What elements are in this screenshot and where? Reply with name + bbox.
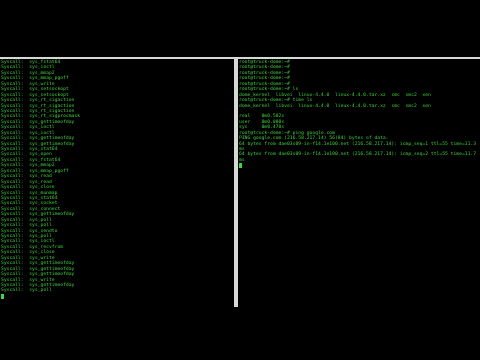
terminal-line: 64 bytes from dae03s09-in-f14.1e100.net … xyxy=(239,141,477,147)
right-pane-top-border xyxy=(238,57,480,59)
cursor-icon xyxy=(239,163,242,169)
terminal-cursor-line xyxy=(1,293,234,299)
left-terminal-output: Syscall: sys_fstat64 Syscall: sys_ioctl Sy… xyxy=(1,60,234,299)
right-terminal-output: root@truck-dome:~# root@truck-dome:~# root… xyxy=(239,60,480,169)
left-terminal-pane[interactable]: Syscall: sys_fstat64 Syscall: sys_ioctl Sy… xyxy=(0,57,234,307)
split-terminal-window: Syscall: sys_fstat64 Syscall: sys_ioctl Sy… xyxy=(0,57,480,307)
left-pane-top-border xyxy=(0,57,234,59)
right-terminal-pane[interactable]: root@truck-dome:~# root@truck-dome:~# root… xyxy=(238,57,480,307)
terminal-cursor-line xyxy=(239,163,480,169)
terminal-line: 64 bytes from dae03s09-in-f14.1e100.net … xyxy=(239,152,477,158)
cursor-icon xyxy=(1,293,4,299)
